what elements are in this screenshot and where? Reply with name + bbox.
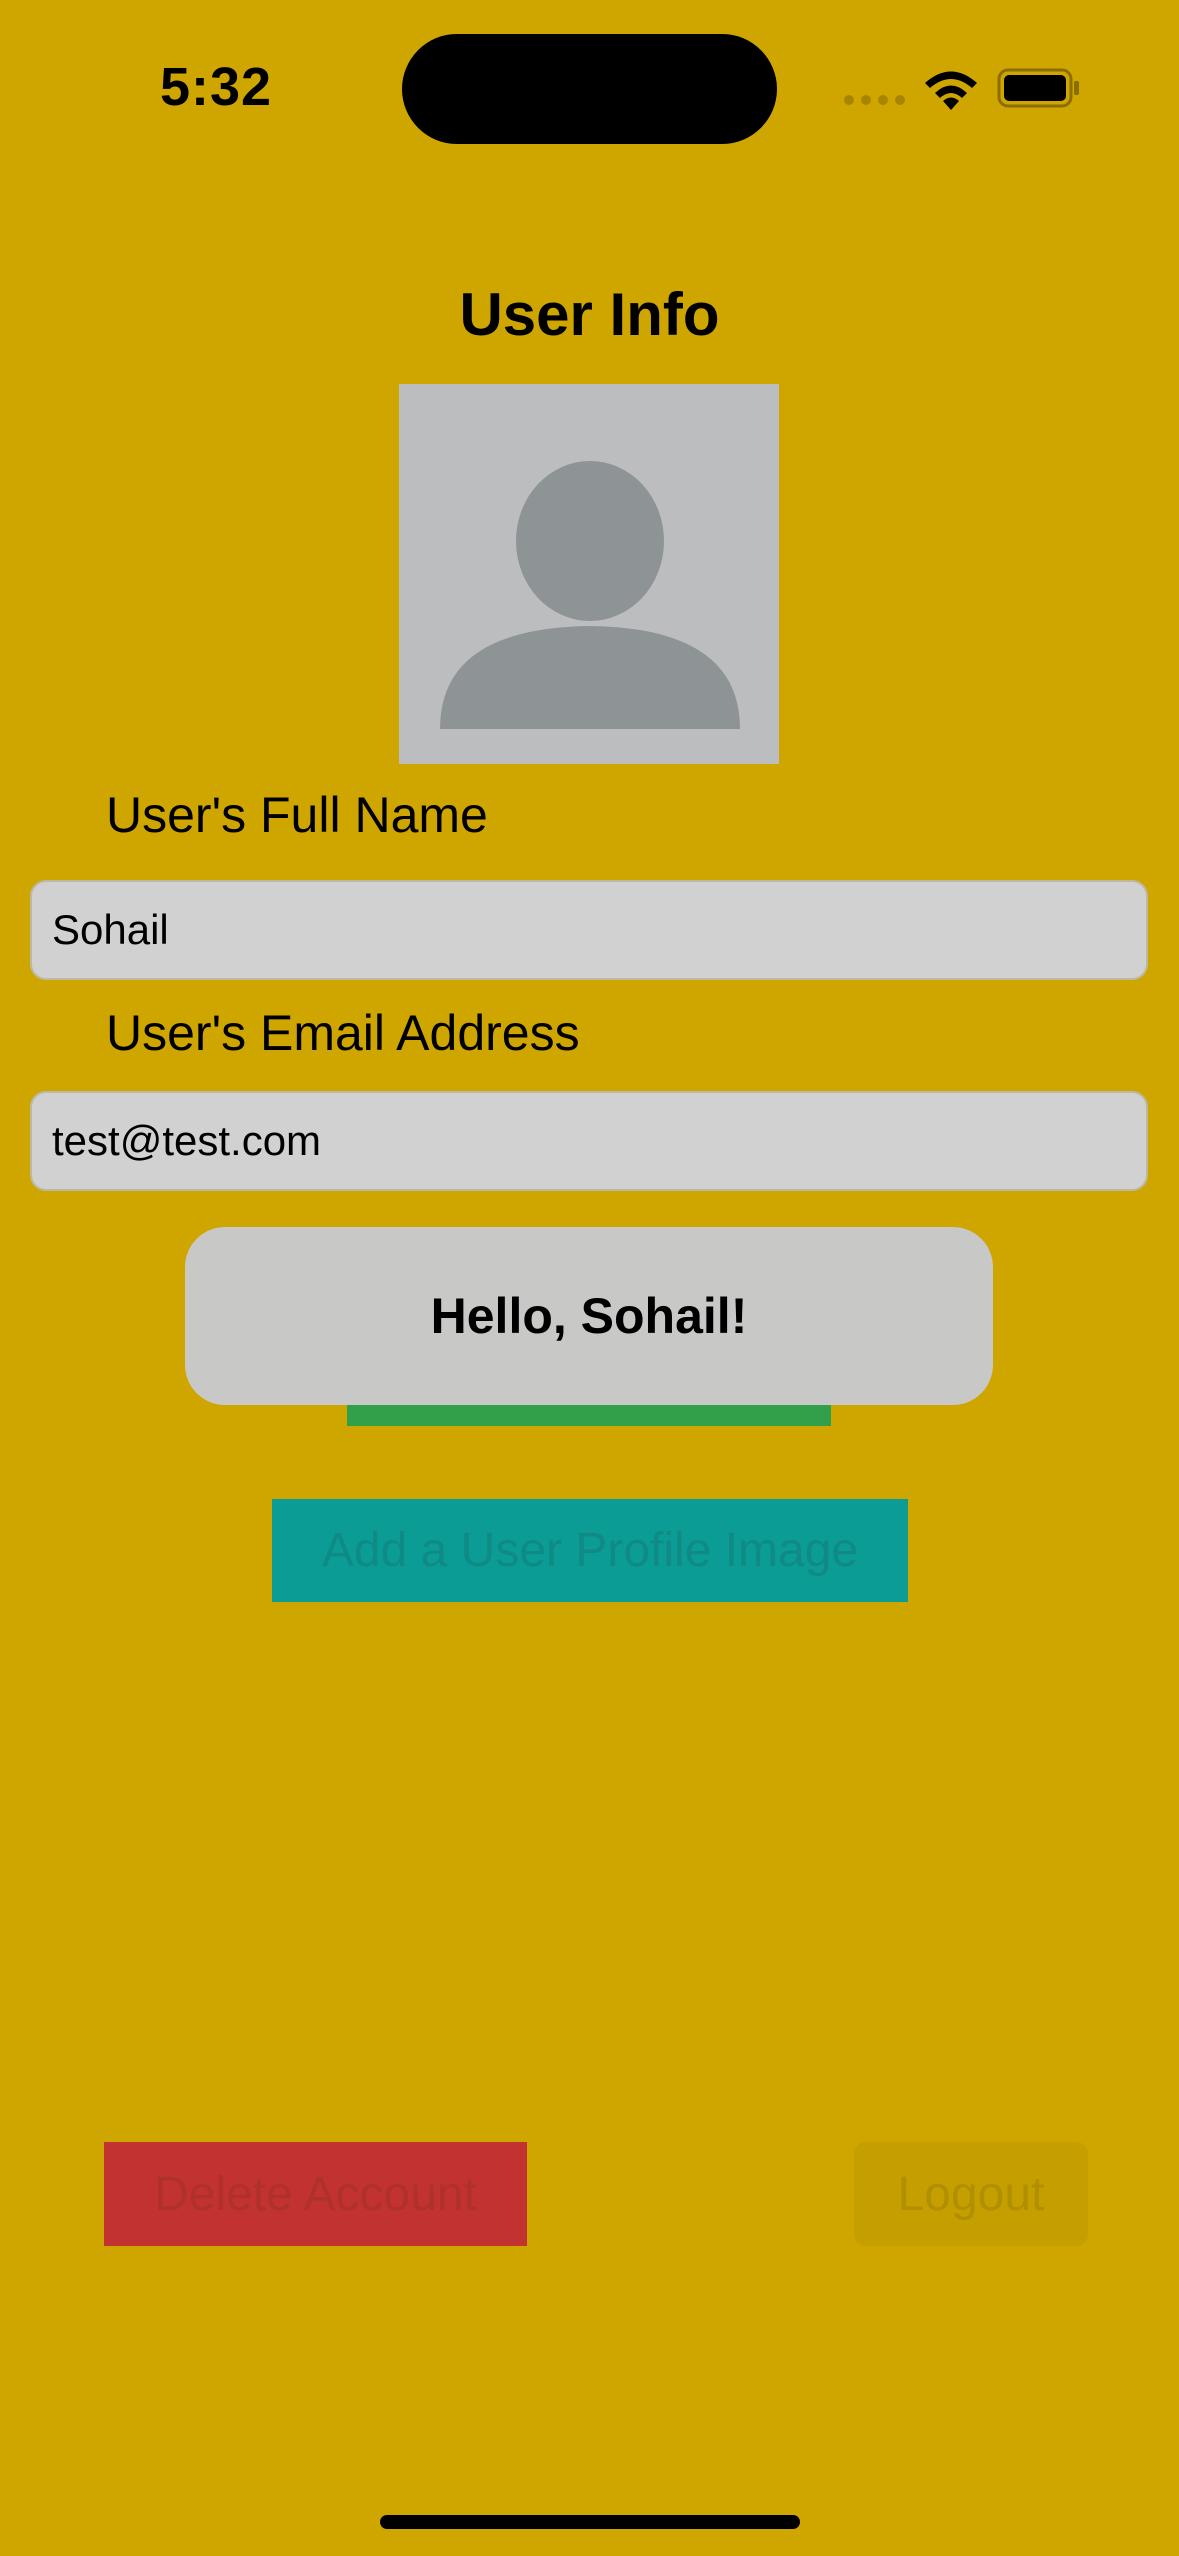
full-name-field[interactable] — [30, 880, 1148, 980]
avatar — [399, 384, 779, 764]
page-title: User Info — [459, 281, 720, 348]
battery-icon — [997, 68, 1079, 108]
logout-label: Logout — [897, 2167, 1045, 2221]
person-silhouette-icon — [440, 461, 740, 729]
home-indicator[interactable] — [380, 2515, 800, 2529]
cellular-signal-icon — [844, 95, 905, 105]
add-profile-image-button[interactable]: Add a User Profile Image — [272, 1499, 908, 1602]
toast-message: Hello, Sohail! — [185, 1227, 993, 1405]
email-label: User's Email Address — [106, 1005, 580, 1061]
add-profile-image-label: Add a User Profile Image — [321, 1524, 859, 1577]
dynamic-island — [402, 34, 777, 144]
email-field[interactable] — [30, 1091, 1148, 1191]
delete-account-label: Delete Account — [154, 2167, 477, 2221]
full-name-label: User's Full Name — [106, 787, 488, 843]
logout-button[interactable]: Logout — [854, 2142, 1088, 2246]
toast-text: Hello, Sohail! — [430, 1288, 748, 1344]
wifi-icon — [925, 71, 977, 110]
status-time: 5:32 — [160, 57, 273, 117]
delete-account-button[interactable]: Delete Account — [104, 2142, 527, 2246]
